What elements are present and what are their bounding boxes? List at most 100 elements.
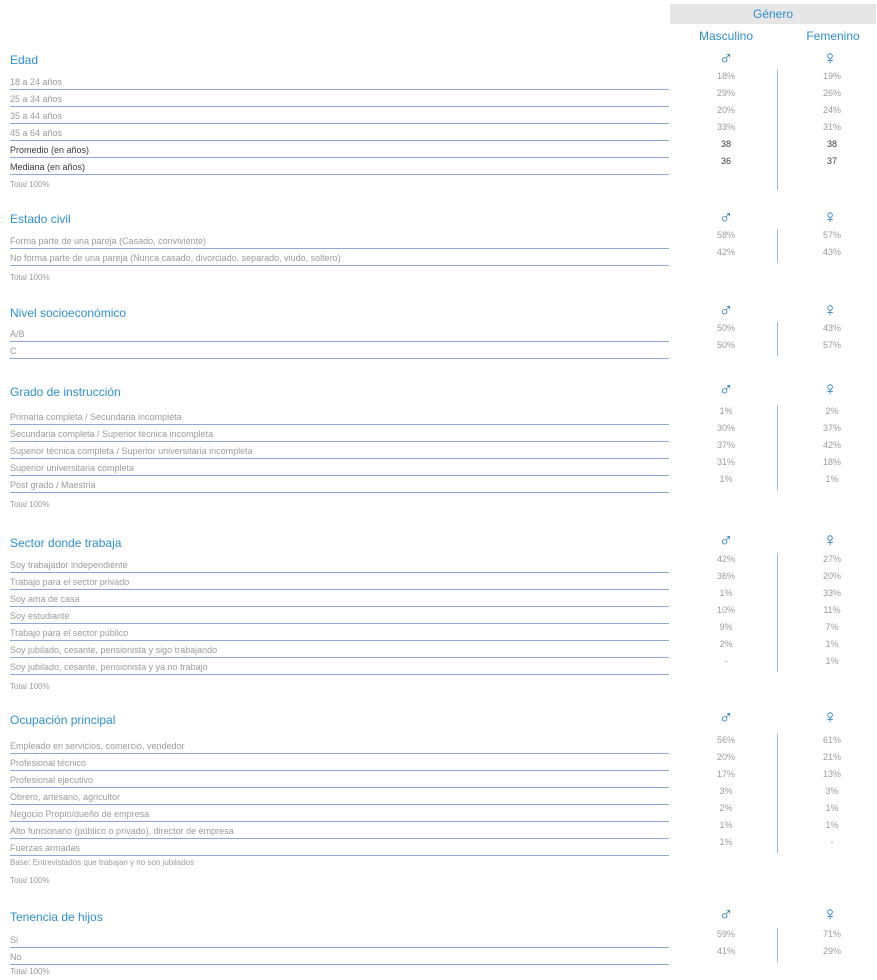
value-masculino: 18% [716, 71, 735, 81]
table-row: Post grado / Maestria 1% 1% [0, 474, 877, 493]
row-label: 35 a 44 años [10, 111, 63, 121]
value-masculino: 20% [716, 752, 735, 762]
row-label: Empleado en servicios, comercio, vendedo… [10, 741, 185, 751]
male-symbol-icon: ♂ [718, 707, 734, 728]
value-femenino: 1% [825, 474, 839, 484]
row-label: Mediana (en años) [10, 162, 86, 172]
value-masculino: 50% [716, 340, 735, 350]
value-masculino: 2% [719, 639, 733, 649]
value-masculino: 31% [716, 457, 735, 467]
value-femenino: 38 [826, 139, 837, 149]
female-symbol-icon: ♀ [822, 207, 838, 228]
value-femenino: - [830, 837, 834, 847]
column-separator [777, 928, 778, 962]
row-label: Si [10, 935, 19, 945]
row-label: Alto funcionario (público o privado), di… [10, 826, 234, 836]
section-note: Total 100% [10, 180, 50, 189]
column-separator [777, 322, 778, 356]
value-masculino: 2% [719, 803, 733, 813]
value-masculino: 36 [720, 156, 731, 166]
row-label: 25 a 34 años [10, 94, 63, 104]
table-row: No 41% 29% [0, 946, 877, 965]
female-symbol-icon: ♀ [822, 904, 838, 925]
row-divider [10, 265, 669, 266]
value-femenino: 18% [822, 457, 841, 467]
value-masculino: 1% [719, 474, 733, 484]
column-separator [777, 734, 778, 853]
male-symbol-icon: ♂ [718, 207, 734, 228]
section-note: Total 100% [10, 682, 50, 691]
row-label: 45 a 64 años [10, 128, 63, 138]
value-masculino: - [724, 656, 728, 666]
section-note: Total 100% [10, 876, 50, 885]
row-label: 18 a 24 años [10, 77, 63, 87]
female-symbol-icon: ♀ [822, 707, 838, 728]
value-femenino: 43% [822, 247, 841, 257]
row-label: Promedio (en años) [10, 145, 90, 155]
row-divider [10, 674, 669, 675]
row-label: Superior técnica completa / Superior uni… [10, 446, 253, 456]
value-femenino: 29% [822, 946, 841, 956]
value-masculino: 42% [716, 554, 735, 564]
row-label: Profesional ejecutivo [10, 775, 94, 785]
female-symbol-icon: ♀ [822, 48, 838, 69]
section-note: Total 100% [10, 967, 50, 976]
row-label: Soy jubilado, cesante, pensionista y sig… [10, 645, 218, 655]
table-row: Fuerzas armadas 1% - [0, 837, 877, 856]
value-femenino: 37 [826, 156, 837, 166]
female-symbol-icon: ♀ [822, 530, 838, 551]
value-femenino: 71% [822, 929, 841, 939]
row-label: Soy jubilado, cesante, pensionista y ya … [10, 662, 208, 672]
section-title: Edad [10, 53, 39, 67]
value-masculino: 20% [716, 105, 735, 115]
row-divider [10, 492, 669, 493]
value-femenino: 31% [822, 122, 841, 132]
value-femenino: 1% [825, 656, 839, 666]
value-masculino: 9% [719, 622, 733, 632]
row-label: C [10, 346, 17, 356]
value-femenino: 33% [822, 588, 841, 598]
value-femenino: 57% [822, 340, 841, 350]
col-header-masculino: Masculino [698, 29, 754, 43]
value-masculino: 58% [716, 230, 735, 240]
male-symbol-icon: ♂ [718, 530, 734, 551]
row-divider [10, 358, 669, 359]
section-title: Nivel socioeconómico [10, 306, 127, 320]
female-symbol-icon: ♀ [822, 300, 838, 321]
value-femenino: 26% [822, 88, 841, 98]
value-masculino: 56% [716, 735, 735, 745]
value-masculino: 42% [716, 247, 735, 257]
section-note: Base: Entrevistados que trabajan y no so… [10, 858, 195, 867]
male-symbol-icon: ♂ [718, 48, 734, 69]
section-title: Grado de instrucción [10, 385, 121, 399]
value-femenino: 2% [825, 406, 839, 416]
section-title: Ocupación principal [10, 713, 116, 727]
female-symbol-icon: ♀ [822, 379, 838, 400]
value-masculino: 10% [716, 605, 735, 615]
value-femenino: 13% [822, 769, 841, 779]
row-label: Secundaria completa / Superior técnica i… [10, 429, 214, 439]
male-symbol-icon: ♂ [718, 300, 734, 321]
value-femenino: 3% [825, 786, 839, 796]
row-label: Soy trabajador independiente [10, 560, 128, 570]
table-row: Mediana (en años) 36 37 [0, 156, 877, 175]
value-masculino: 1% [719, 406, 733, 416]
value-femenino: 20% [822, 571, 841, 581]
row-label: Primaria completa / Secundaria incomplet… [10, 412, 182, 422]
value-masculino: 38 [720, 139, 731, 149]
row-label: No [10, 952, 22, 962]
col-header-femenino: Femenino [806, 29, 860, 43]
row-divider [10, 855, 669, 856]
row-label: Profesional técnico [10, 758, 87, 768]
male-symbol-icon: ♂ [718, 904, 734, 925]
row-label: Soy estudiante [10, 611, 70, 621]
value-masculino: 36% [716, 571, 735, 581]
row-divider [10, 964, 669, 965]
value-masculino: 1% [719, 588, 733, 598]
column-separator [777, 553, 778, 672]
column-separator [777, 405, 778, 490]
value-masculino: 3% [719, 786, 733, 796]
value-femenino: 21% [822, 752, 841, 762]
value-femenino: 43% [822, 323, 841, 333]
row-label: Post grado / Maestria [10, 480, 96, 490]
